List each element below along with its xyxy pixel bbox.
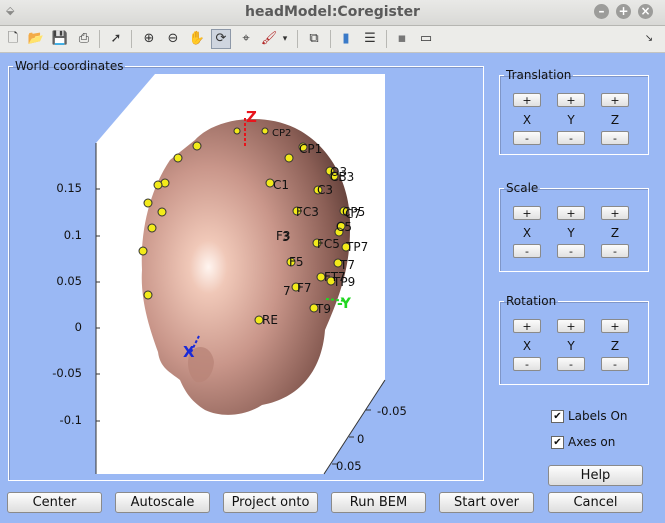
translation-z-minus-button[interactable]: - <box>601 131 629 145</box>
translation-x-minus-button[interactable]: - <box>513 131 541 145</box>
rotation-z-plus-button[interactable]: + <box>601 319 629 333</box>
electrode-label: CB3 <box>330 170 354 184</box>
electrode-label: C3 <box>317 183 333 197</box>
electrode-label: 3 <box>282 230 290 244</box>
cancel-button[interactable]: Cancel <box>548 492 643 513</box>
depth-tick-label: 0 <box>357 432 365 446</box>
electrode-label: RE <box>262 313 278 327</box>
scale-y-label: Y <box>567 226 575 240</box>
electrode-label: FC3 <box>296 205 319 219</box>
translation-y-plus-button[interactable]: + <box>557 93 585 107</box>
project-onto-button[interactable]: Project onto <box>223 492 318 513</box>
start-over-button[interactable]: Start over <box>439 492 534 513</box>
labels-on-label: Labels On <box>568 409 628 423</box>
y-tick-label: 0 <box>74 320 82 334</box>
y-tick-label: 0.05 <box>56 274 82 288</box>
y-tick-label: -0.1 <box>59 413 82 427</box>
axes-on-label: Axes on <box>568 435 616 449</box>
translation-x-plus-button[interactable]: + <box>513 93 541 107</box>
scale-x-label: X <box>522 226 532 240</box>
scale-legend: Scale <box>506 181 539 195</box>
translation-z-plus-button[interactable]: + <box>601 93 629 107</box>
translation-legend: Translation <box>506 68 572 82</box>
rotation-legend: Rotation <box>506 294 557 308</box>
x-axis-label: X <box>183 343 195 361</box>
rotation-y-minus-button[interactable]: - <box>557 357 585 371</box>
scale-x-plus-button[interactable]: + <box>513 206 541 220</box>
scale-x-minus-button[interactable]: - <box>513 244 541 258</box>
y-tick-label: -0.05 <box>52 366 82 380</box>
y-axis-label: -Y <box>337 296 352 312</box>
electrode-label: TP9 <box>332 275 355 289</box>
electrode-label: T9 <box>315 302 331 316</box>
run-bem-button[interactable]: Run BEM <box>331 492 426 513</box>
electrode-label: CP1 <box>299 142 322 156</box>
scale-y-plus-button[interactable]: + <box>557 206 585 220</box>
scale-z-label: Z <box>610 226 620 240</box>
electrode-label: FC5 <box>317 237 340 251</box>
electrode-label: F5 <box>289 255 304 269</box>
rotation-y-plus-button[interactable]: + <box>557 319 585 333</box>
rotation-z-label: Z <box>610 339 620 353</box>
electrode-label: C7 <box>345 207 361 221</box>
autoscale-button[interactable]: Autoscale <box>115 492 210 513</box>
electrode-label: C1 <box>273 178 289 192</box>
depth-tick-label: 0.05 <box>336 459 362 473</box>
translation-z-label: Z <box>610 113 620 127</box>
electrode-label: TP7 <box>345 240 368 254</box>
electrode-label: CP2 <box>272 128 291 139</box>
rotation-x-plus-button[interactable]: + <box>513 319 541 333</box>
rotation-x-label: X <box>522 339 532 353</box>
scale-z-minus-button[interactable]: - <box>601 244 629 258</box>
scale-y-minus-button[interactable]: - <box>557 244 585 258</box>
center-button[interactable]: Center <box>7 492 102 513</box>
rotation-z-minus-button[interactable]: - <box>601 357 629 371</box>
translation-y-minus-button[interactable]: - <box>557 131 585 145</box>
axes-on-check-icon[interactable]: ✔ <box>551 436 564 449</box>
scale-z-plus-button[interactable]: + <box>601 206 629 220</box>
electrode-label: T7 <box>339 258 355 272</box>
electrode-label: C5 <box>336 220 352 234</box>
rotation-y-label: Y <box>567 339 575 353</box>
z-axis-label: Z <box>246 108 257 126</box>
y-tick-label: 0.1 <box>63 228 82 242</box>
labels-on-check-icon[interactable]: ✔ <box>551 410 564 423</box>
electrode-label: F7 <box>297 281 312 295</box>
y-tick-label: 0.15 <box>56 181 82 195</box>
translation-x-label: X <box>522 113 532 127</box>
depth-tick-label: -0.05 <box>377 404 407 418</box>
rotation-x-minus-button[interactable]: - <box>513 357 541 371</box>
help-button[interactable]: Help <box>548 465 643 486</box>
translation-y-label: Y <box>567 113 575 127</box>
electrode-label: 7 <box>283 284 291 298</box>
